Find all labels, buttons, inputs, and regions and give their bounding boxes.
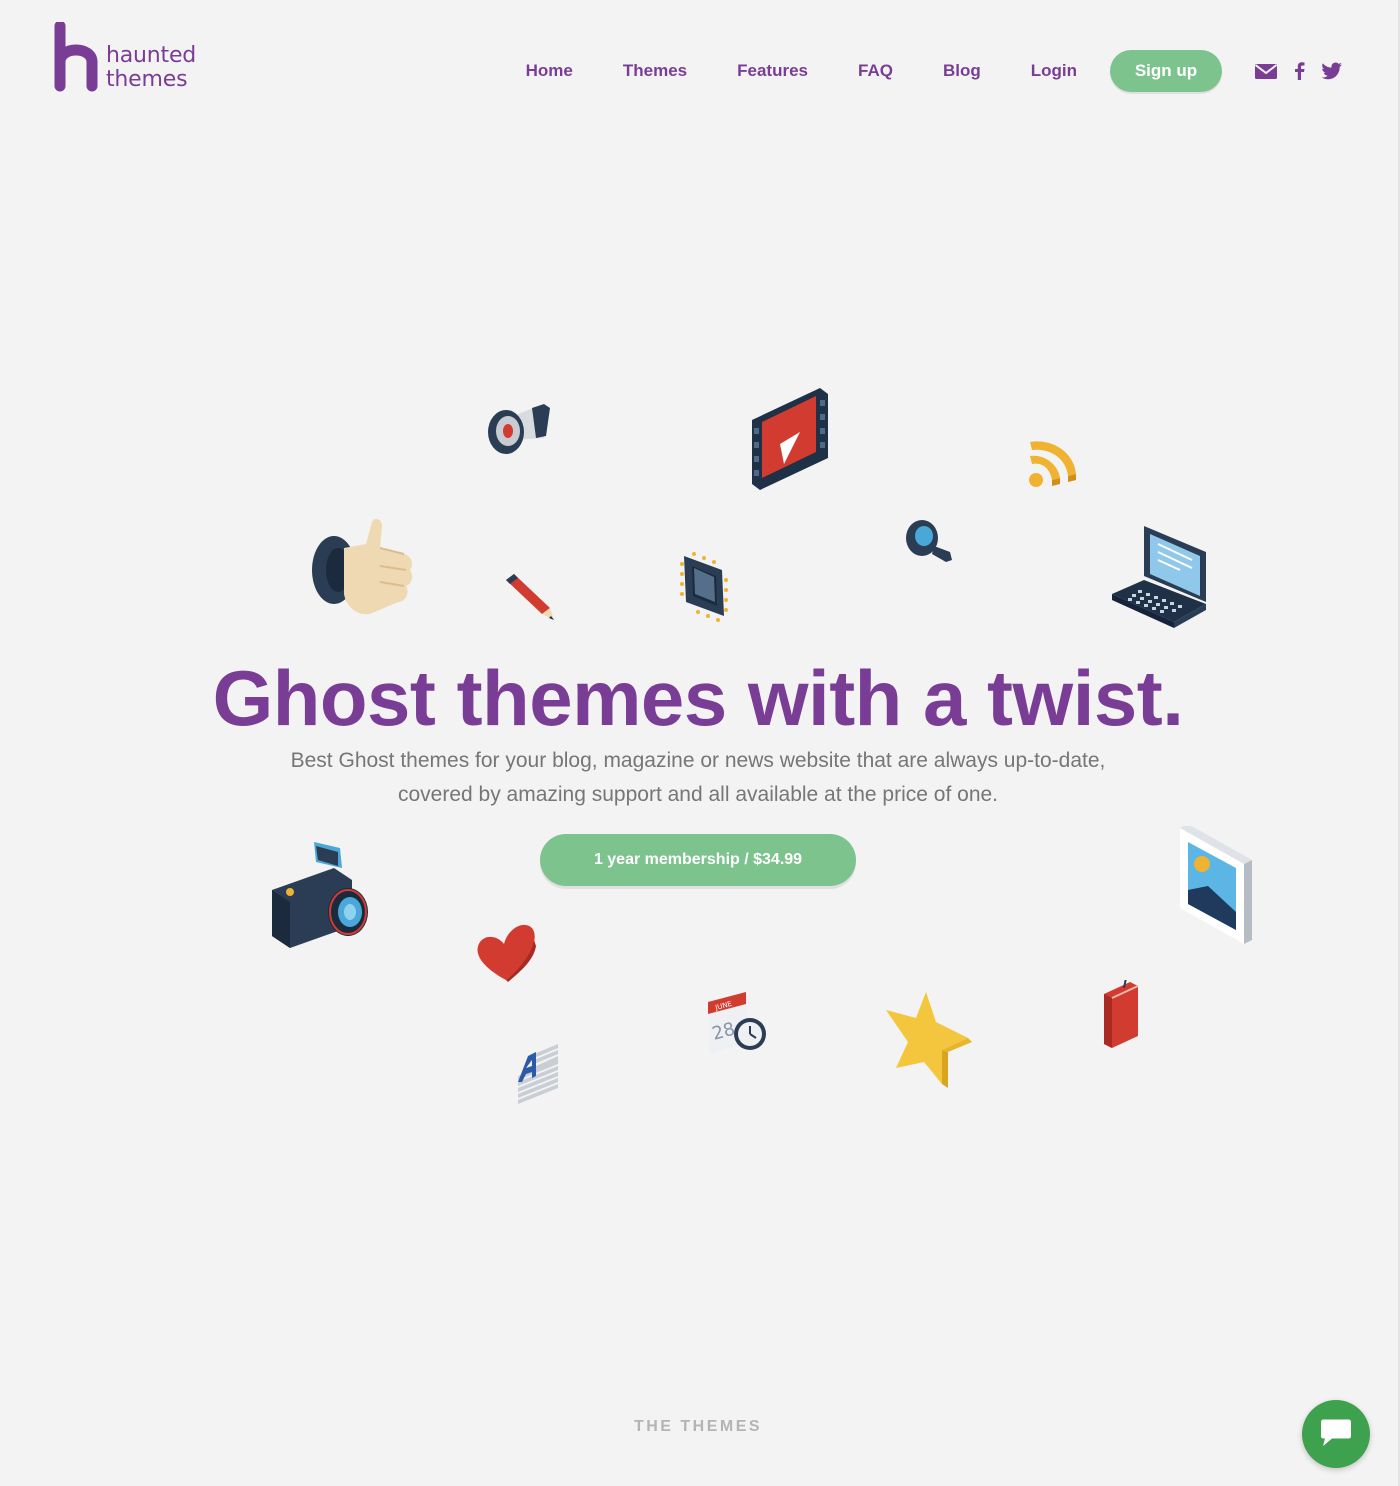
- chat-bubble-icon: [1321, 1419, 1351, 1446]
- cpu-chip-icon: [680, 552, 728, 622]
- mail-icon[interactable]: [1254, 60, 1278, 82]
- main-nav: Home Themes Features FAQ Blog Login Sign…: [526, 50, 1344, 92]
- facebook-icon[interactable]: [1292, 60, 1306, 82]
- membership-button[interactable]: 1 year membership / $34.99: [540, 834, 856, 886]
- logo[interactable]: haunted themes: [54, 22, 196, 92]
- nav-login[interactable]: Login: [1031, 50, 1077, 92]
- nav-faq[interactable]: FAQ: [858, 50, 893, 92]
- chat-button[interactable]: [1302, 1400, 1370, 1468]
- video-player-icon: [752, 388, 828, 490]
- themes-section-heading: THE THEMES: [633, 1418, 763, 1435]
- logo-line-1: haunted: [106, 43, 197, 68]
- calendar-clock-icon: JUNE 28: [708, 992, 766, 1054]
- star-icon: [886, 992, 972, 1088]
- pencil-icon: [506, 574, 554, 620]
- magnifier-icon: [906, 520, 952, 562]
- logo-mark-icon: [54, 22, 98, 92]
- font-stack-icon: [518, 1044, 558, 1104]
- logo-text: haunted themes: [106, 44, 196, 92]
- laptop-icon: [1112, 526, 1206, 628]
- picture-frame-icon: [1180, 826, 1252, 944]
- logo-line-2: themes: [106, 67, 188, 92]
- nav-home[interactable]: Home: [526, 50, 573, 92]
- hero-title: Ghost themes with a twist.: [212, 654, 1184, 742]
- signup-button[interactable]: Sign up: [1110, 50, 1222, 92]
- rss-icon: [1029, 441, 1076, 487]
- nav-blog[interactable]: Blog: [943, 50, 981, 92]
- megaphone-icon: [488, 404, 550, 454]
- nav-features[interactable]: Features: [737, 50, 808, 92]
- nav-themes[interactable]: Themes: [623, 50, 687, 92]
- social-links: [1254, 60, 1344, 82]
- camera-icon: [272, 842, 368, 948]
- hero-subtitle: Best Ghost themes for your blog, magazin…: [290, 749, 1106, 806]
- twitter-icon[interactable]: [1320, 60, 1344, 82]
- thumbs-up-icon: [312, 518, 413, 615]
- heart-icon: [477, 924, 536, 982]
- book-icon: [1104, 980, 1139, 1048]
